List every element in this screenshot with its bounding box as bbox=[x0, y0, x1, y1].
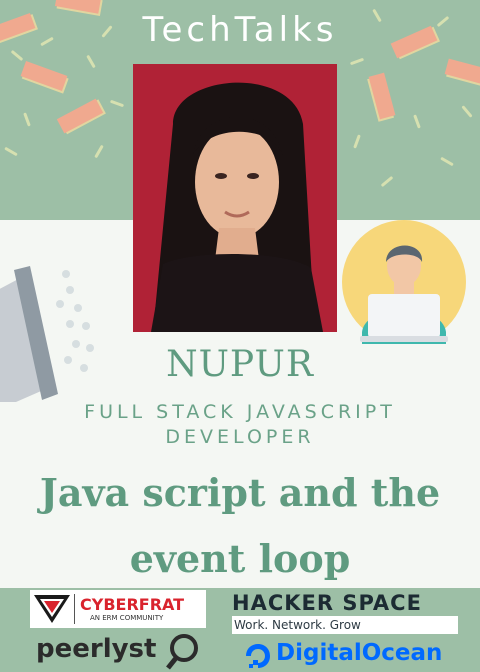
speaker-role: FULL STACK JAVASCRIPT DEVELOPER bbox=[60, 400, 420, 450]
digitalocean-name: DigitalOcean bbox=[276, 640, 443, 666]
hackerspace-tagline: Work. Network. Grow bbox=[232, 616, 458, 634]
cyberfrat-shield-icon bbox=[34, 595, 70, 623]
hackerspace-name: HACKER SPACE bbox=[232, 590, 458, 616]
cyberfrat-logo: CYBERFRAT AN ERM COMMUNITY bbox=[30, 590, 206, 628]
hackerspace-logo: HACKER SPACE Work. Network. Grow bbox=[232, 590, 458, 634]
confetti-block bbox=[444, 58, 480, 86]
cyberfrat-name: CYBERFRAT bbox=[80, 595, 185, 614]
cyberfrat-tagline: AN ERM COMMUNITY bbox=[90, 614, 164, 622]
brand-title: TechTalks bbox=[142, 10, 338, 50]
peerlyst-logo: peerlyst bbox=[36, 632, 206, 672]
laptop-user-icon bbox=[342, 220, 466, 344]
cyberfrat-divider bbox=[74, 594, 75, 624]
confetti-dash bbox=[109, 99, 125, 108]
confetti-dash bbox=[413, 114, 421, 129]
digitalocean-logo: DigitalOcean bbox=[244, 638, 458, 672]
magnifier-icon bbox=[166, 634, 198, 670]
megaphone-icon bbox=[0, 266, 94, 402]
talk-title-line1: Java script and the bbox=[39, 470, 441, 515]
confetti-dash bbox=[86, 54, 96, 69]
peerlyst-name: peerlyst bbox=[36, 634, 157, 664]
speaker-photo bbox=[133, 64, 337, 332]
confetti-dash bbox=[4, 146, 18, 157]
confetti-dash bbox=[10, 49, 24, 62]
confetti-dash bbox=[349, 57, 365, 66]
speaker-role-line1: FULL STACK JAVASCRIPT bbox=[84, 401, 396, 423]
talk-title-line2: event loop bbox=[129, 536, 351, 581]
confetti-dash bbox=[440, 156, 454, 167]
confetti-block bbox=[20, 60, 68, 92]
speaker-role-line2: DEVELOPER bbox=[165, 426, 315, 448]
confetti-dash bbox=[94, 144, 104, 159]
confetti-dash bbox=[353, 134, 361, 149]
speaker-name: NUPUR bbox=[166, 344, 314, 385]
confetti-dash bbox=[23, 112, 31, 127]
digitalocean-icon bbox=[246, 644, 270, 668]
confetti-dash bbox=[461, 105, 473, 118]
confetti-dash bbox=[380, 175, 394, 188]
talk-title: Java script and the event loop bbox=[0, 460, 480, 592]
confetti-block bbox=[56, 98, 104, 134]
confetti-block bbox=[368, 72, 396, 120]
